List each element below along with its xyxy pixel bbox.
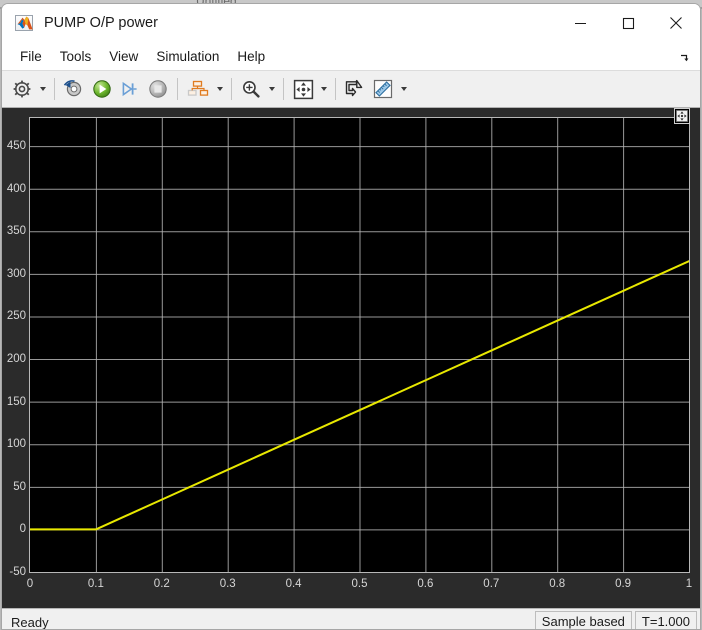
x-tick-label: 0.5 xyxy=(351,578,368,590)
menu-item-help[interactable]: Help xyxy=(228,46,274,67)
chart-axes[interactable] xyxy=(29,117,690,573)
x-tick-label: 0.2 xyxy=(153,578,170,590)
stop-button[interactable] xyxy=(144,75,172,103)
menu-item-view[interactable]: View xyxy=(100,46,147,67)
y-tick-label: 0 xyxy=(19,523,26,536)
minimize-icon[interactable] xyxy=(556,4,604,42)
run-button[interactable] xyxy=(88,75,116,103)
menu-item-tools[interactable]: Tools xyxy=(51,46,101,67)
x-tick-label: 0.4 xyxy=(285,578,302,590)
close-icon[interactable] xyxy=(652,4,700,42)
trigger-button[interactable] xyxy=(341,75,369,103)
zoom-button[interactable] xyxy=(237,75,265,103)
x-tick-label: 0.6 xyxy=(417,578,434,590)
menu-bar: File Tools View Simulation Help xyxy=(2,42,700,70)
x-tick-label: 0.9 xyxy=(615,578,632,590)
x-axis-tick-labels: 0 0.1 0.2 0.3 0.4 0.5 0.6 0.7 0.8 0.9 1 xyxy=(26,578,693,594)
y-tick-label: 250 xyxy=(6,310,26,323)
y-tick-label: 350 xyxy=(6,225,26,238)
x-tick-label: 0.1 xyxy=(87,578,104,590)
status-text: Ready xyxy=(11,614,49,630)
y-tick-label: 100 xyxy=(6,438,26,451)
plot-area: -50 0 50 100 150 200 250 300 350 400 450 0 0.1 0.2 0.… xyxy=(2,108,700,608)
configuration-properties-dropdown-arrow[interactable] xyxy=(36,75,49,103)
x-tick-label: 1 xyxy=(685,578,693,590)
toolbar-separator xyxy=(335,78,336,100)
maximize-icon[interactable] xyxy=(604,4,652,42)
window-title: PUMP O/P power xyxy=(44,15,158,31)
scope-window: PUMP O/P power File Tools View Simulatio… xyxy=(1,3,701,630)
y-tick-label: 450 xyxy=(6,140,26,153)
fit-to-view-small-icon[interactable] xyxy=(674,108,690,124)
x-tick-label: 0.7 xyxy=(483,578,500,590)
x-tick-label: 0.8 xyxy=(549,578,566,590)
title-bar: PUMP O/P power xyxy=(2,4,700,42)
x-tick-label: 0 xyxy=(26,578,34,590)
signal-selection-dropdown-arrow[interactable] xyxy=(213,75,226,103)
menu-item-file[interactable]: File xyxy=(11,46,51,67)
toolbar-separator xyxy=(231,78,232,100)
undock-arrow-icon[interactable] xyxy=(678,51,690,63)
run-back-to-start-button[interactable] xyxy=(60,75,88,103)
y-tick-label: 150 xyxy=(6,395,26,408)
autoscale-button[interactable] xyxy=(289,75,317,103)
toolbar xyxy=(2,70,700,108)
measurements-dropdown-arrow[interactable] xyxy=(397,75,410,103)
y-tick-label: 50 xyxy=(13,480,26,493)
configuration-properties-button[interactable] xyxy=(8,75,36,103)
menu-item-simulation[interactable]: Simulation xyxy=(147,46,228,67)
y-tick-label: -50 xyxy=(9,566,26,578)
status-bar: Ready Sample based T=1.000 xyxy=(2,608,700,630)
y-axis-tick-labels: -50 0 50 100 150 200 250 300 350 400 450 xyxy=(2,117,26,578)
y-tick-label: 300 xyxy=(6,267,26,280)
measurements-button[interactable] xyxy=(369,75,397,103)
zoom-dropdown-arrow[interactable] xyxy=(265,75,278,103)
toolbar-separator xyxy=(54,78,55,100)
window-controls xyxy=(556,4,700,42)
step-forward-button[interactable] xyxy=(116,75,144,103)
chart-canvas xyxy=(30,118,689,572)
status-panels: Sample based T=1.000 xyxy=(534,611,697,629)
y-tick-label: 400 xyxy=(6,182,26,195)
autoscale-dropdown-arrow[interactable] xyxy=(317,75,330,103)
matlab-logo-icon xyxy=(15,15,33,31)
signal-selection-button[interactable] xyxy=(183,75,213,103)
simulation-time-panel: T=1.000 xyxy=(634,611,697,629)
y-tick-label: 200 xyxy=(6,353,26,366)
x-tick-label: 0.3 xyxy=(219,578,236,590)
toolbar-separator xyxy=(177,78,178,100)
toolbar-separator xyxy=(283,78,284,100)
frame-mode-panel: Sample based xyxy=(534,611,632,629)
